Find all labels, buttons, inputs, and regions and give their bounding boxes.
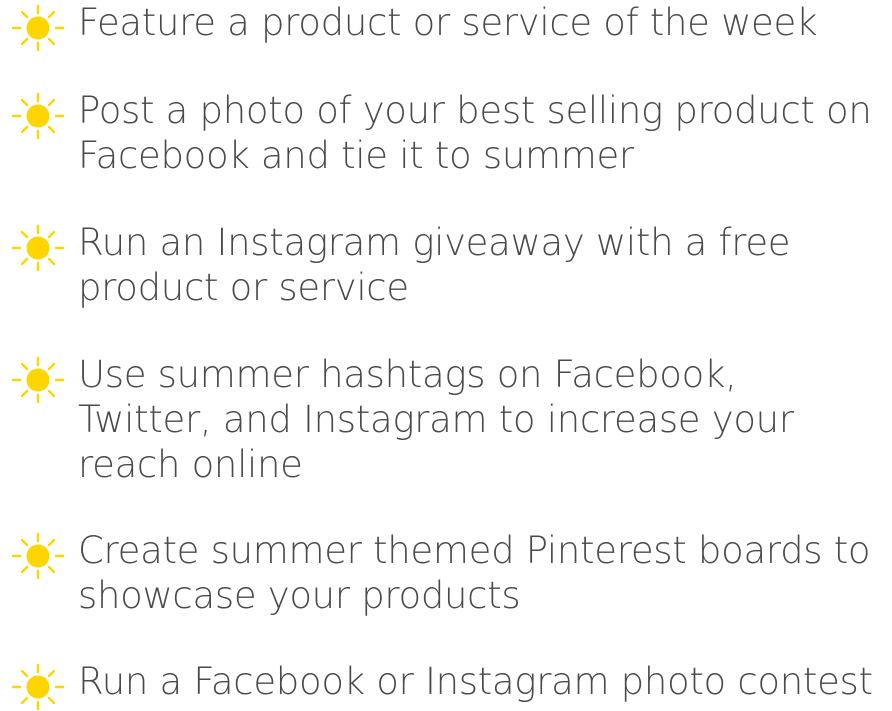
tip-text: Feature a product or service of the week — [78, 1, 818, 44]
sun-icon — [6, 356, 70, 404]
tip-text: Run a Facebook or Instagram photo contes… — [78, 660, 873, 703]
tip-text: Create summer themed Pinterest boards to… — [78, 529, 871, 617]
tip-text: Run an Instagram giveaway with a free pr… — [78, 221, 791, 309]
summer-tips-list: Feature a product or service of the week… — [0, 0, 892, 711]
tip-text: Post a photo of your best selling produc… — [78, 89, 872, 177]
sun-icon — [6, 92, 70, 140]
sun-icon — [6, 4, 70, 52]
sun-icon — [6, 532, 70, 580]
sun-icon — [6, 663, 70, 711]
sun-icon — [6, 224, 70, 272]
tip-text: Use summer hashtags on Facebook, Twitter… — [78, 353, 794, 486]
